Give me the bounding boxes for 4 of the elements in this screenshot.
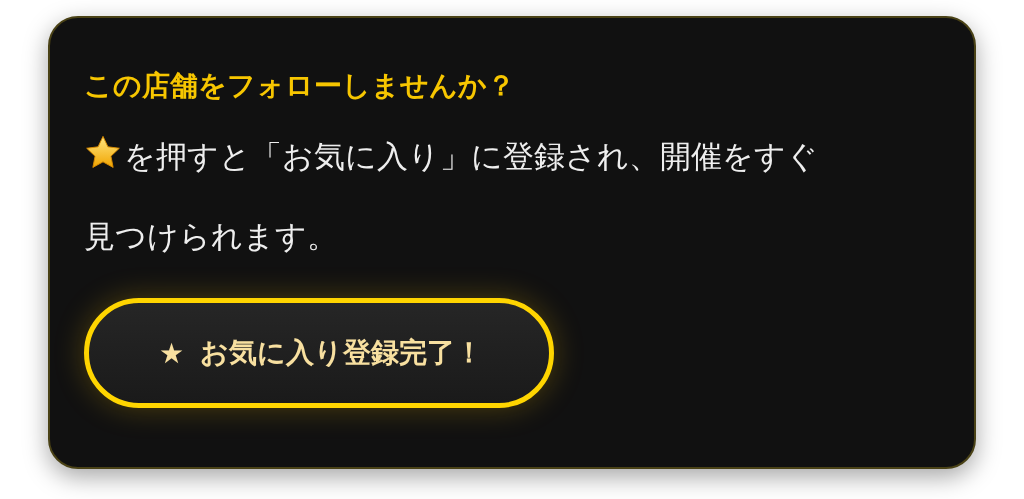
message-text: を押すと「お気に入り」に登録され、開催をすぐ <box>124 138 818 174</box>
favorite-button[interactable]: ★ お気に入り登録完了！ <box>84 298 554 408</box>
card-title: この店舗をフォローしませんか？ <box>84 68 516 104</box>
message-text: 見つけられます。 <box>84 218 338 254</box>
